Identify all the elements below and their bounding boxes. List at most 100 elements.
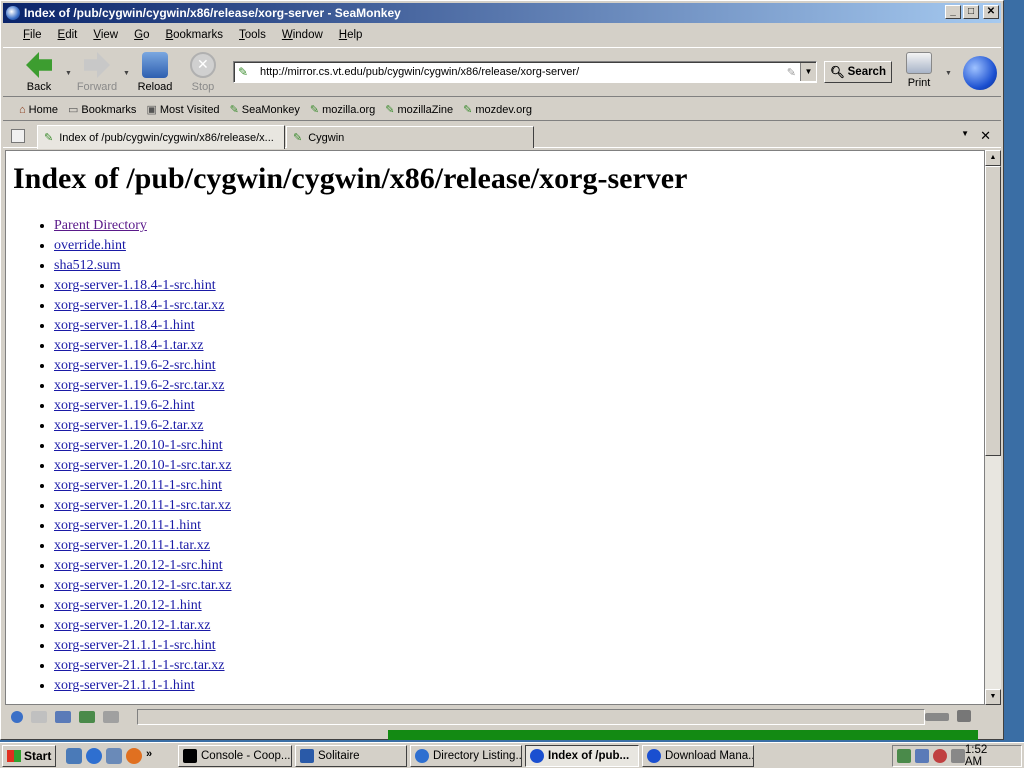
vertical-scrollbar[interactable]: ▲ ▼ bbox=[985, 150, 1001, 705]
url-bar[interactable]: ✎ http://mirror.cs.vt.edu/pub/cygwin/cyg… bbox=[233, 61, 817, 83]
page-heading: Index of /pub/cygwin/cygwin/x86/release/… bbox=[13, 162, 688, 195]
network-icon[interactable] bbox=[106, 747, 122, 764]
file-link[interactable]: xorg-server-1.20.10-1-src.hint bbox=[54, 438, 223, 453]
scroll-thumb[interactable] bbox=[985, 166, 1001, 456]
forward-dropdown-icon[interactable]: ▼ bbox=[123, 70, 130, 77]
task-solitaire[interactable]: Solitaire bbox=[295, 744, 407, 767]
file-link[interactable]: xorg-server-1.20.12-1-src.tar.xz bbox=[54, 578, 232, 593]
file-link[interactable]: xorg-server-1.18.4-1-src.hint bbox=[54, 278, 216, 293]
file-link[interactable]: xorg-server-21.1.1-1-src.tar.xz bbox=[54, 658, 225, 673]
chat-icon[interactable] bbox=[55, 711, 71, 723]
bookmark-mozillazine[interactable]: ✎ mozillaZine bbox=[385, 103, 453, 117]
bookmark-bookmarks[interactable]: ▭ Bookmarks bbox=[68, 103, 136, 117]
list-item: override.hint bbox=[54, 236, 984, 256]
menu-go[interactable]: Go bbox=[134, 29, 149, 41]
search-button[interactable]: 🔍︎ Search bbox=[824, 61, 892, 83]
url-history-dropdown[interactable]: ▼ bbox=[800, 63, 816, 81]
task-download-manager[interactable]: Download Mana... bbox=[642, 744, 754, 767]
stop-button[interactable]: Stop bbox=[181, 52, 225, 93]
solitaire-icon bbox=[300, 748, 314, 763]
menu-help[interactable]: Help bbox=[339, 29, 363, 41]
print-dropdown-icon[interactable]: ▼ bbox=[945, 70, 952, 77]
file-link[interactable]: xorg-server-1.18.4-1.tar.xz bbox=[54, 338, 204, 353]
online-plug-icon[interactable] bbox=[925, 713, 949, 721]
task-console[interactable]: Console - Coop... bbox=[178, 744, 292, 767]
file-link[interactable]: xorg-server-21.1.1-1-src.hint bbox=[54, 638, 216, 653]
mail-icon[interactable] bbox=[31, 711, 47, 723]
start-button[interactable]: Start bbox=[2, 744, 56, 767]
menu-bookmarks[interactable]: Bookmarks bbox=[165, 29, 223, 41]
menu-tools[interactable]: Tools bbox=[239, 29, 266, 41]
file-link[interactable]: xorg-server-1.20.12-1.hint bbox=[54, 598, 202, 613]
firefox-icon[interactable] bbox=[126, 747, 142, 764]
more-chevron-icon[interactable]: » bbox=[146, 748, 154, 764]
menu-file[interactable]: File bbox=[23, 29, 42, 41]
close-button[interactable]: ✕ bbox=[983, 5, 999, 19]
menu-edit[interactable]: Edit bbox=[58, 29, 78, 41]
new-tab-icon[interactable] bbox=[11, 129, 25, 143]
bookmark-most-visited[interactable]: ▣ Most Visited bbox=[146, 103, 219, 117]
menu-window[interactable]: Window bbox=[282, 29, 323, 41]
ie-icon[interactable] bbox=[86, 747, 102, 764]
tray-security-icon[interactable] bbox=[932, 749, 947, 763]
reload-icon bbox=[142, 52, 168, 78]
window-title: Index of /pub/cygwin/cygwin/x86/release/… bbox=[24, 6, 401, 20]
close-tab-icon[interactable]: ✕ bbox=[980, 128, 991, 144]
bookmark-home[interactable]: ⌂ Home bbox=[19, 104, 58, 116]
maximize-button[interactable]: □ bbox=[963, 5, 979, 19]
tab-cygwin[interactable]: ✎ Cygwin bbox=[286, 126, 534, 148]
scroll-up-button[interactable]: ▲ bbox=[985, 150, 1001, 166]
folder-icon: ▭ bbox=[68, 104, 79, 116]
quick-launch: » bbox=[66, 747, 178, 764]
tray-network-icon[interactable] bbox=[914, 749, 929, 763]
show-desktop-icon[interactable] bbox=[66, 747, 82, 764]
bookmark-seamonkey[interactable]: ✎ SeaMonkey bbox=[230, 103, 300, 117]
file-link[interactable]: xorg-server-1.19.6-2-src.tar.xz bbox=[54, 378, 225, 393]
navigator-icon[interactable] bbox=[11, 711, 23, 723]
file-link[interactable]: xorg-server-1.20.10-1-src.tar.xz bbox=[54, 458, 232, 473]
clock: 1:52 AM bbox=[964, 744, 988, 768]
parent-directory-link[interactable]: Parent Directory bbox=[54, 218, 147, 233]
file-link[interactable]: xorg-server-1.19.6-2.tar.xz bbox=[54, 418, 204, 433]
minimize-button[interactable]: _ bbox=[945, 5, 961, 19]
file-link[interactable]: xorg-server-1.18.4-1.hint bbox=[54, 318, 195, 333]
address-book-icon[interactable] bbox=[103, 711, 119, 723]
forward-button[interactable]: Forward bbox=[75, 52, 119, 93]
back-button[interactable]: Back bbox=[17, 52, 61, 93]
scroll-down-button[interactable]: ▼ bbox=[985, 689, 1001, 705]
print-button[interactable]: Print bbox=[901, 52, 937, 89]
seamonkey-icon bbox=[530, 748, 544, 763]
back-dropdown-icon[interactable]: ▼ bbox=[65, 70, 72, 77]
file-link[interactable]: override.hint bbox=[54, 238, 126, 253]
file-link[interactable]: xorg-server-1.19.6-2-src.hint bbox=[54, 358, 216, 373]
composer-icon[interactable] bbox=[79, 711, 95, 723]
file-link[interactable]: xorg-server-1.20.12-1.tar.xz bbox=[54, 618, 211, 633]
reload-button[interactable]: Reload bbox=[133, 52, 177, 93]
list-item: xorg-server-1.20.10-1-src.hint bbox=[54, 436, 984, 456]
file-link[interactable]: xorg-server-1.20.11-1.tar.xz bbox=[54, 538, 210, 553]
file-link[interactable]: xorg-server-1.20.11-1-src.hint bbox=[54, 478, 222, 493]
tray-app-icon[interactable] bbox=[897, 749, 911, 763]
tab-list-dropdown-icon[interactable]: ▼ bbox=[961, 129, 969, 138]
tab-index[interactable]: ✎ Index of /pub/cygwin/cygwin/x86/releas… bbox=[37, 125, 285, 149]
file-link[interactable]: xorg-server-1.18.4-1-src.tar.xz bbox=[54, 298, 225, 313]
folder-icon: ▣ bbox=[146, 104, 157, 116]
task-directory-listing[interactable]: Directory Listing... bbox=[410, 744, 522, 767]
list-item: xorg-server-1.19.6-2.hint bbox=[54, 396, 984, 416]
task-index-of-pub[interactable]: Index of /pub... bbox=[525, 744, 639, 767]
menu-view[interactable]: View bbox=[93, 29, 118, 41]
file-link[interactable]: xorg-server-1.19.6-2.hint bbox=[54, 398, 195, 413]
file-link[interactable]: xorg-server-1.20.11-1-src.tar.xz bbox=[54, 498, 231, 513]
page-icon: ✎ bbox=[44, 132, 54, 144]
title-bar[interactable]: Index of /pub/cygwin/cygwin/x86/release/… bbox=[3, 3, 1001, 23]
bookmark-mozilla-org[interactable]: ✎ mozilla.org bbox=[310, 103, 375, 117]
bookmark-mozdev-org[interactable]: ✎ mozdev.org bbox=[463, 103, 532, 117]
file-link[interactable]: xorg-server-21.1.1-1.hint bbox=[54, 678, 195, 693]
seamonkey-throbber-icon[interactable] bbox=[963, 56, 997, 90]
file-link[interactable]: xorg-server-1.20.12-1-src.hint bbox=[54, 558, 223, 573]
tray-volume-icon[interactable] bbox=[950, 749, 965, 763]
list-item: xorg-server-21.1.1-1.hint bbox=[54, 676, 984, 696]
url-text[interactable]: http://mirror.cs.vt.edu/pub/cygwin/cygwi… bbox=[260, 66, 787, 78]
file-link[interactable]: xorg-server-1.20.11-1.hint bbox=[54, 518, 201, 533]
file-link[interactable]: sha512.sum bbox=[54, 258, 121, 273]
